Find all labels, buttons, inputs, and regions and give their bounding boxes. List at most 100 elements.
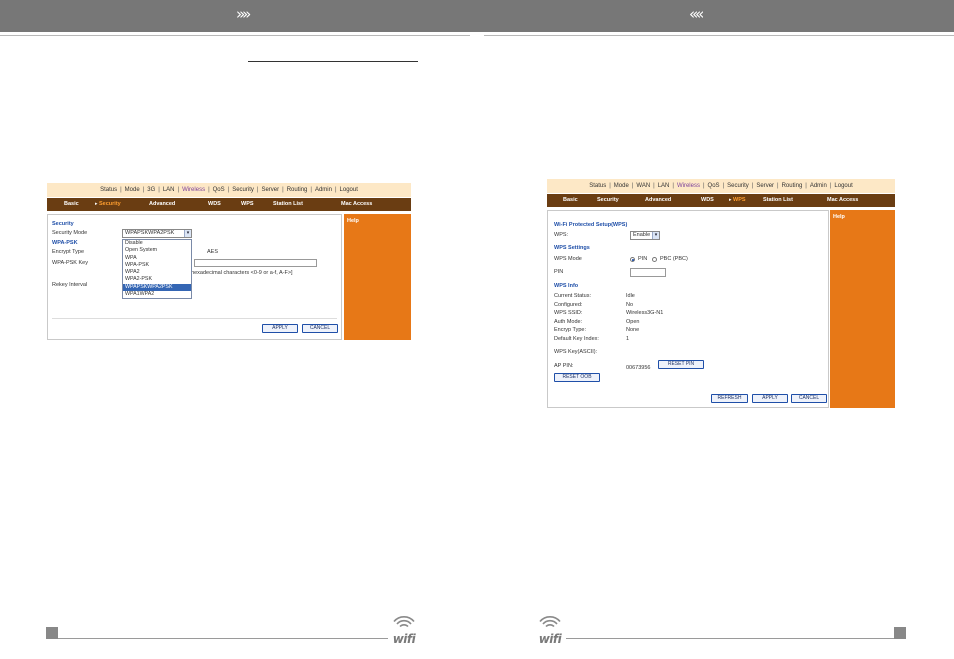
divider bbox=[52, 318, 337, 319]
dropdown-option[interactable]: Disable bbox=[123, 240, 191, 247]
nav-item-status[interactable]: Status bbox=[97, 187, 120, 193]
subnav-item-basic[interactable]: Basic bbox=[64, 201, 79, 207]
chevron-down-icon: ▾ bbox=[652, 232, 659, 239]
nav-item-mode[interactable]: Mode bbox=[611, 183, 632, 189]
security-content: Security Security Mode WPAPSKWPA2PSK ▾ W… bbox=[47, 214, 342, 340]
active-marker-icon: ▸ bbox=[729, 197, 732, 203]
apply-button[interactable]: APPLY bbox=[752, 394, 788, 403]
page-marker-left bbox=[46, 627, 58, 639]
security-panel: Status | Mode | 3G | LAN | Wireless | QoS | Security… bbox=[47, 183, 411, 340]
header-rule-left bbox=[0, 35, 470, 36]
encrypt-type-label: Encrypt Type bbox=[52, 249, 84, 255]
nav-item-3g[interactable]: 3G bbox=[144, 187, 158, 193]
info-label: Default Key Index: bbox=[554, 336, 599, 342]
pin-label: PIN bbox=[554, 269, 564, 275]
apply-button[interactable]: APPLY bbox=[262, 324, 298, 333]
wpapsk-key-input[interactable] bbox=[194, 259, 317, 267]
subnav-item-security[interactable]: Security bbox=[597, 197, 619, 203]
wifi-logo-right: wifi bbox=[534, 614, 566, 646]
subnav-item-basic[interactable]: Basic bbox=[563, 197, 578, 203]
back-arrows-icon: «« bbox=[689, 5, 704, 23]
nav-item-server[interactable]: Server bbox=[258, 187, 282, 193]
security-mode-dropdown[interactable]: Disable Open System WPA WPA-PSK WPA2 WPA2-PSK… bbox=[122, 239, 192, 300]
subnav-item-wps[interactable]: WPS bbox=[733, 197, 746, 203]
help-panel: Help bbox=[344, 214, 411, 340]
info-label: Current Status: bbox=[554, 293, 591, 299]
ap-pin-value: 00673956 bbox=[626, 365, 651, 371]
nav-item-wan[interactable]: WAN bbox=[633, 183, 653, 189]
nav-item-logout[interactable]: Logout bbox=[831, 183, 855, 189]
nav-item-admin[interactable]: Admin bbox=[312, 187, 335, 193]
wps-select[interactable]: Enable ▾ bbox=[630, 231, 660, 240]
security-mode-select[interactable]: WPAPSKWPA2PSK ▾ bbox=[122, 229, 192, 238]
info-value: Open bbox=[626, 318, 640, 325]
nav-item-mode[interactable]: Mode bbox=[122, 187, 143, 193]
footer-rule-left bbox=[58, 638, 388, 639]
info-label: WPS SSID: bbox=[554, 310, 583, 317]
dropdown-option[interactable]: WPA2-PSK bbox=[123, 276, 191, 283]
dropdown-option[interactable]: WPA1WPA2 bbox=[123, 291, 191, 298]
pbc-radio[interactable] bbox=[652, 257, 657, 262]
header-rule-right bbox=[484, 35, 954, 36]
subnav-item-mac-access[interactable]: Mac Access bbox=[341, 201, 372, 207]
nav-item-lan[interactable]: LAN bbox=[160, 187, 178, 193]
refresh-button[interactable]: REFRESH bbox=[711, 394, 748, 403]
info-label: Auth Mode: bbox=[554, 318, 583, 325]
dropdown-option[interactable]: WPA bbox=[123, 255, 191, 262]
info-label: Configured: bbox=[554, 301, 583, 308]
subnav-item-advanced[interactable]: Advanced bbox=[645, 197, 671, 203]
subnav-item-station-list[interactable]: Station List bbox=[273, 201, 303, 207]
subnav-item-station-list[interactable]: Station List bbox=[763, 197, 793, 203]
wifi-icon bbox=[539, 616, 561, 628]
nav-item-routing[interactable]: Routing bbox=[284, 187, 311, 193]
subnav-item-security[interactable]: Security bbox=[99, 201, 121, 207]
info-label: Encryp Type: bbox=[554, 327, 586, 334]
pin-input[interactable] bbox=[630, 268, 666, 277]
info-value: Idle bbox=[626, 293, 635, 299]
nav-item-wireless[interactable]: Wireless bbox=[674, 183, 703, 189]
info-value: Wireless3G-N1 bbox=[626, 310, 664, 317]
forward-arrows-icon: »» bbox=[236, 5, 251, 23]
wpapsk-key-label: WPA-PSK Key bbox=[52, 260, 88, 266]
info-value: None bbox=[626, 327, 640, 334]
dropdown-option[interactable]: Open System bbox=[123, 247, 191, 254]
wps-panel: Status | Mode | WAN | LAN | Wireless | QoS | Securit… bbox=[547, 179, 895, 408]
wps-content: Wi-Fi Protected Setup(WPS) WPS: Enable ▾… bbox=[547, 210, 829, 408]
reset-pin-button[interactable]: RESET PIN bbox=[658, 360, 704, 369]
nav-item-lan[interactable]: LAN bbox=[655, 183, 673, 189]
reset-oob-button[interactable]: RESET OOB bbox=[554, 373, 600, 382]
nav-item-qos[interactable]: QoS bbox=[210, 187, 228, 193]
pin-radio[interactable] bbox=[630, 257, 635, 262]
security-mode-label: Security Mode bbox=[52, 230, 88, 236]
subnav-item-wps[interactable]: WPS bbox=[241, 201, 254, 207]
dropdown-option[interactable]: WPA-PSK bbox=[123, 262, 191, 269]
nav-item-status[interactable]: Status bbox=[586, 183, 609, 189]
nav-item-server[interactable]: Server bbox=[753, 183, 777, 189]
subnav-item-mac-access[interactable]: Mac Access bbox=[827, 197, 858, 203]
nav-item-security[interactable]: Security bbox=[229, 187, 257, 193]
sub-nav: Basic Security Advanced WDS ▸ WPS Station List… bbox=[547, 194, 895, 207]
subnav-item-wds[interactable]: WDS bbox=[701, 197, 714, 203]
nav-item-admin[interactable]: Admin bbox=[807, 183, 830, 189]
page-marker-right bbox=[894, 627, 906, 639]
footer-rule-right bbox=[566, 638, 894, 639]
help-panel: Help bbox=[830, 210, 895, 408]
cancel-button[interactable]: CANCEL bbox=[302, 324, 338, 333]
nav-item-wireless[interactable]: Wireless bbox=[179, 187, 208, 193]
cancel-button[interactable]: CANCEL bbox=[791, 394, 827, 403]
dropdown-option[interactable]: WPAPSKWPA2PSK bbox=[123, 283, 191, 292]
nav-item-qos[interactable]: QoS bbox=[705, 183, 723, 189]
rekey-label: Rekey Interval bbox=[52, 282, 88, 288]
dropdown-option[interactable]: WPA2 bbox=[123, 269, 191, 276]
logo-text: wifi bbox=[538, 632, 562, 646]
key-hint: or 64 hexadecimal characters <0-9 or a-f… bbox=[177, 270, 293, 276]
wps-title: Wi-Fi Protected Setup(WPS) bbox=[554, 222, 628, 228]
subnav-item-advanced[interactable]: Advanced bbox=[149, 201, 175, 207]
settings-title: WPS Settings bbox=[554, 245, 590, 251]
nav-item-routing[interactable]: Routing bbox=[779, 183, 806, 189]
pin-option-label: PIN bbox=[638, 256, 648, 262]
subnav-item-wds[interactable]: WDS bbox=[208, 201, 221, 207]
info-value: 1 bbox=[626, 336, 630, 342]
nav-item-logout[interactable]: Logout bbox=[337, 187, 361, 193]
nav-item-security[interactable]: Security bbox=[724, 183, 752, 189]
